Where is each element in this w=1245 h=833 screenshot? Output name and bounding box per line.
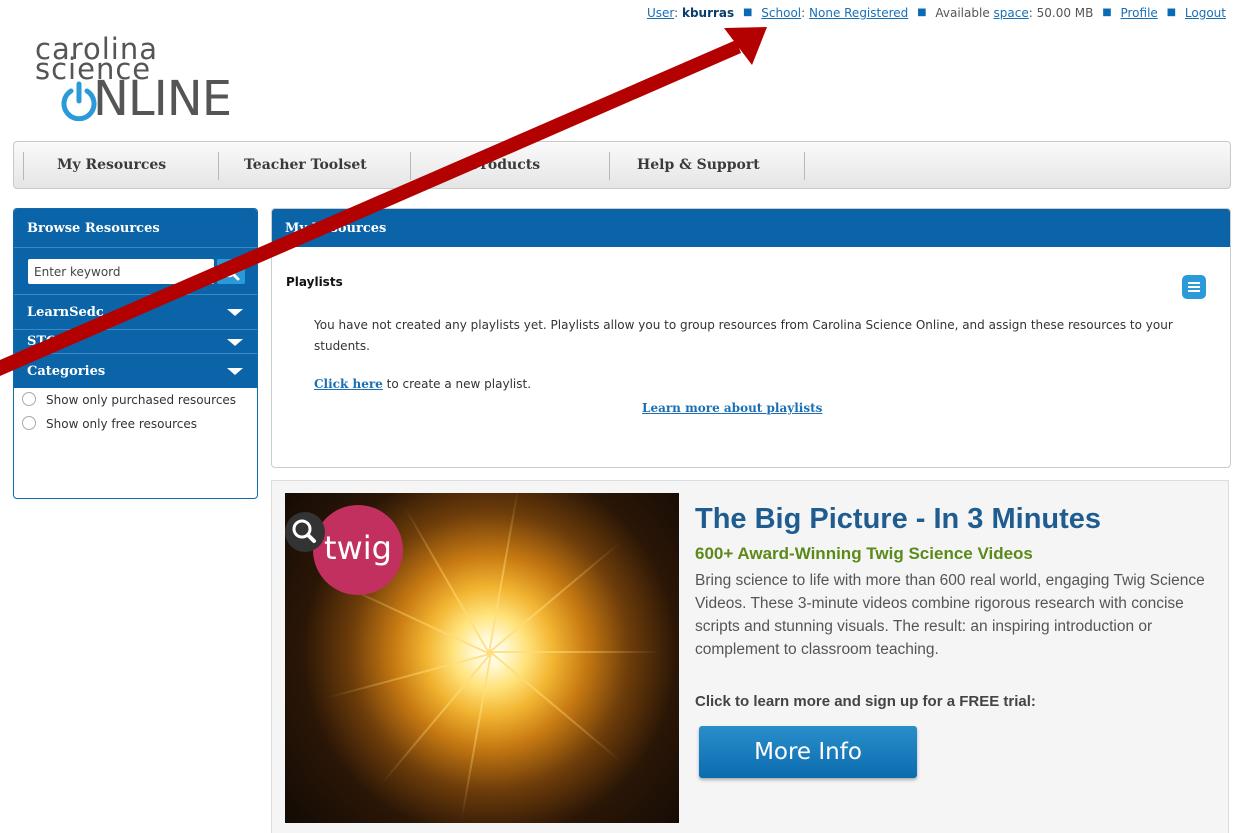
create-playlist-link[interactable]: Click here [314, 377, 383, 391]
bullet-separator: ■ [743, 7, 753, 18]
nav-divider [218, 152, 219, 180]
learn-more-playlists-link[interactable]: Learn more about playlists [642, 401, 822, 415]
twig-promo: twig The Big Picture - In 3 Minutes 600+… [271, 480, 1229, 833]
user-label-link[interactable]: User [647, 6, 674, 20]
no-playlists-message: You have not created any playlists yet. … [314, 318, 1173, 353]
search-button[interactable] [217, 259, 245, 284]
playlists-heading: Playlists [286, 275, 343, 289]
space-link[interactable]: space [994, 6, 1029, 20]
filter-label: LearnSedc [27, 305, 104, 320]
panel-title: My Resources [272, 209, 1230, 247]
image-ray [380, 653, 492, 785]
image-ray [460, 653, 492, 821]
user-bar: User: kburras ■ School: None Registered … [647, 6, 1226, 20]
radio-button[interactable] [22, 416, 36, 430]
space-prefix: Available [935, 6, 990, 20]
username: kburras [681, 6, 735, 20]
menu-icon-bar [1188, 286, 1200, 288]
show-free-option[interactable]: Show only free resources [14, 412, 257, 436]
bullet-separator: ■ [1102, 7, 1112, 18]
image-ray [490, 651, 622, 763]
filter-label: Categories [27, 364, 106, 379]
nav-teacher-toolset[interactable]: Teacher Toolset [244, 142, 367, 188]
magnifier-icon [292, 519, 316, 543]
promo-image[interactable]: twig [285, 493, 679, 823]
radio-button[interactable] [22, 392, 36, 406]
school-label-link[interactable]: School [761, 6, 801, 20]
caret-down-icon [227, 368, 243, 375]
image-ray [403, 505, 490, 654]
promo-cta: Click to learn more and sign up for a FR… [695, 693, 1036, 710]
menu-icon-bar [1188, 282, 1200, 284]
more-info-button[interactable]: More Info [699, 726, 917, 778]
nav-my-resources[interactable]: My Resources [57, 142, 166, 188]
user-label-colon: : [674, 6, 679, 20]
zoom-button[interactable] [285, 512, 325, 552]
promo-title: The Big Picture - In 3 Minutes [695, 503, 1102, 535]
main-nav: My Resources Teacher Toolset Products He… [13, 141, 1231, 189]
nav-divider [23, 152, 24, 180]
menu-icon-bar [1188, 290, 1200, 292]
promo-body: Bring science to life with more than 600… [695, 572, 1205, 658]
keyword-search [14, 247, 257, 294]
filter-learnsedc[interactable]: LearnSedc [14, 294, 257, 329]
image-ray [325, 653, 491, 699]
search-icon [221, 262, 240, 281]
promo-subtitle: 600+ Award-Winning Twig Science Videos [695, 544, 1033, 563]
playlist-menu-button[interactable] [1182, 275, 1206, 299]
image-ray [488, 542, 621, 653]
twig-logo-badge: twig [313, 505, 403, 595]
show-purchased-option[interactable]: Show only purchased resources [14, 388, 257, 412]
option-label: Show only purchased resources [46, 393, 237, 407]
option-label: Show only free resources [46, 417, 198, 431]
nav-divider [804, 152, 805, 180]
bullet-separator: ■ [1166, 7, 1177, 18]
space-value: : 50.00 MB [1028, 6, 1094, 20]
logo-line-online: NLINE [93, 71, 232, 127]
arrow-head [724, 27, 767, 65]
create-playlist-text: to create a new playlist. [382, 377, 532, 391]
image-ray [490, 651, 660, 653]
filter-stc[interactable]: STC [14, 329, 257, 353]
nav-help-support[interactable]: Help & Support [637, 142, 760, 188]
nav-divider [410, 152, 411, 180]
school-label-colon: : [801, 6, 806, 20]
browse-resources-sidebar: Browse Resources LearnSedc STC Categorie… [13, 208, 258, 499]
caret-down-icon [227, 309, 243, 316]
bullet-separator: ■ [917, 7, 927, 18]
profile-link[interactable]: Profile [1120, 6, 1157, 20]
caret-down-icon [227, 338, 243, 346]
keyword-search-input[interactable] [28, 259, 214, 284]
filter-label: STC [27, 334, 57, 349]
filter-categories[interactable]: Categories [14, 353, 257, 388]
logout-link[interactable]: Logout [1185, 6, 1226, 20]
sidebar-title: Browse Resources [14, 209, 257, 247]
carolina-science-online-logo[interactable]: carolina science NLINE [35, 35, 275, 132]
create-playlist-line: Click here to create a new playlist. [314, 377, 531, 391]
nav-divider [609, 152, 610, 180]
school-value-link[interactable]: None Registered [809, 6, 908, 20]
nav-products[interactable]: Products [470, 142, 540, 188]
my-resources-panel: My Resources Playlists You have not crea… [271, 208, 1231, 468]
